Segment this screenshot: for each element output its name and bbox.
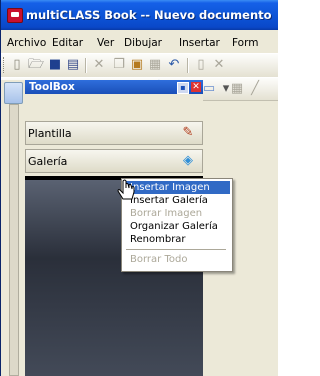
- menu-dibujar[interactable]: Dibujar: [124, 37, 162, 49]
- close-icon[interactable]: ✕: [191, 82, 201, 92]
- standard-toolbar: ▯ 🗁 ■ ▤ ✕ ❐ ▣ ▦ ↶ ▯ ✕: [1, 53, 278, 78]
- menu-item-borrar-todo: Borrar Todo: [130, 254, 188, 265]
- section-galeria[interactable]: Galería ◈: [25, 149, 203, 173]
- menu-bar: Archivo Editar Ver Dibujar Insertar Form: [1, 33, 278, 53]
- toolbar-grip[interactable]: [3, 57, 7, 73]
- app-icon[interactable]: [7, 8, 23, 23]
- hand-cursor-icon: [117, 179, 135, 200]
- menu-editar[interactable]: Editar: [52, 37, 83, 49]
- toolbox-title: ToolBox: [29, 81, 75, 93]
- keyboard-icon[interactable]: ▦: [229, 81, 245, 97]
- cut-icon[interactable]: ✕: [91, 57, 107, 73]
- template-icon: ✎: [182, 125, 194, 140]
- title-bar[interactable]: multiCLASS Book -- Nuevo documento: [1, 0, 278, 30]
- menu-ver[interactable]: Ver: [97, 37, 114, 49]
- menu-item-organizar-galeria[interactable]: Organizar Galería: [124, 220, 230, 233]
- page-icon[interactable]: ▯: [193, 57, 209, 73]
- window-title: multiCLASS Book -- Nuevo documento: [26, 8, 272, 22]
- open-folder-icon[interactable]: 🗁: [28, 57, 44, 73]
- menu-archivo[interactable]: Archivo: [7, 37, 46, 49]
- section-plantilla[interactable]: Plantilla ✎: [25, 121, 203, 145]
- side-scroll-bar[interactable]: [9, 104, 19, 376]
- menu-item-renombrar[interactable]: Renombrar: [124, 233, 230, 246]
- pin-icon[interactable]: ▪: [177, 82, 189, 94]
- polygon-icon[interactable]: ▭: [201, 81, 217, 97]
- paste-icon[interactable]: ▣: [129, 57, 145, 73]
- application-window: multiCLASS Book -- Nuevo documento Archi…: [0, 0, 278, 376]
- menu-separator: [126, 249, 226, 250]
- copy-icon[interactable]: ❐: [111, 57, 127, 73]
- remove-icon[interactable]: ✕: [211, 57, 227, 73]
- undo-icon[interactable]: ↶: [166, 57, 182, 73]
- gallery-icon: ◈: [183, 153, 193, 168]
- menu-formato[interactable]: Form: [232, 37, 258, 49]
- menu-insertar[interactable]: Insertar: [179, 37, 220, 49]
- section-label: Plantilla: [28, 127, 72, 140]
- delete-icon[interactable]: ▦: [147, 57, 163, 73]
- new-document-icon[interactable]: ▯: [9, 57, 25, 73]
- toolbar-separator: [85, 58, 87, 73]
- pencil-icon[interactable]: ╱: [247, 81, 263, 97]
- panel-toggle-button[interactable]: [4, 82, 23, 104]
- menu-item-borrar-imagen: Borrar Imagen: [130, 208, 203, 219]
- save-icon[interactable]: ■: [47, 57, 63, 73]
- side-panel-strip: [1, 80, 25, 376]
- toolbar-separator: [187, 58, 189, 73]
- print-icon[interactable]: ▤: [65, 57, 81, 73]
- toolbox-header: ToolBox ▪ ✕: [25, 80, 203, 94]
- section-label: Galería: [28, 155, 68, 168]
